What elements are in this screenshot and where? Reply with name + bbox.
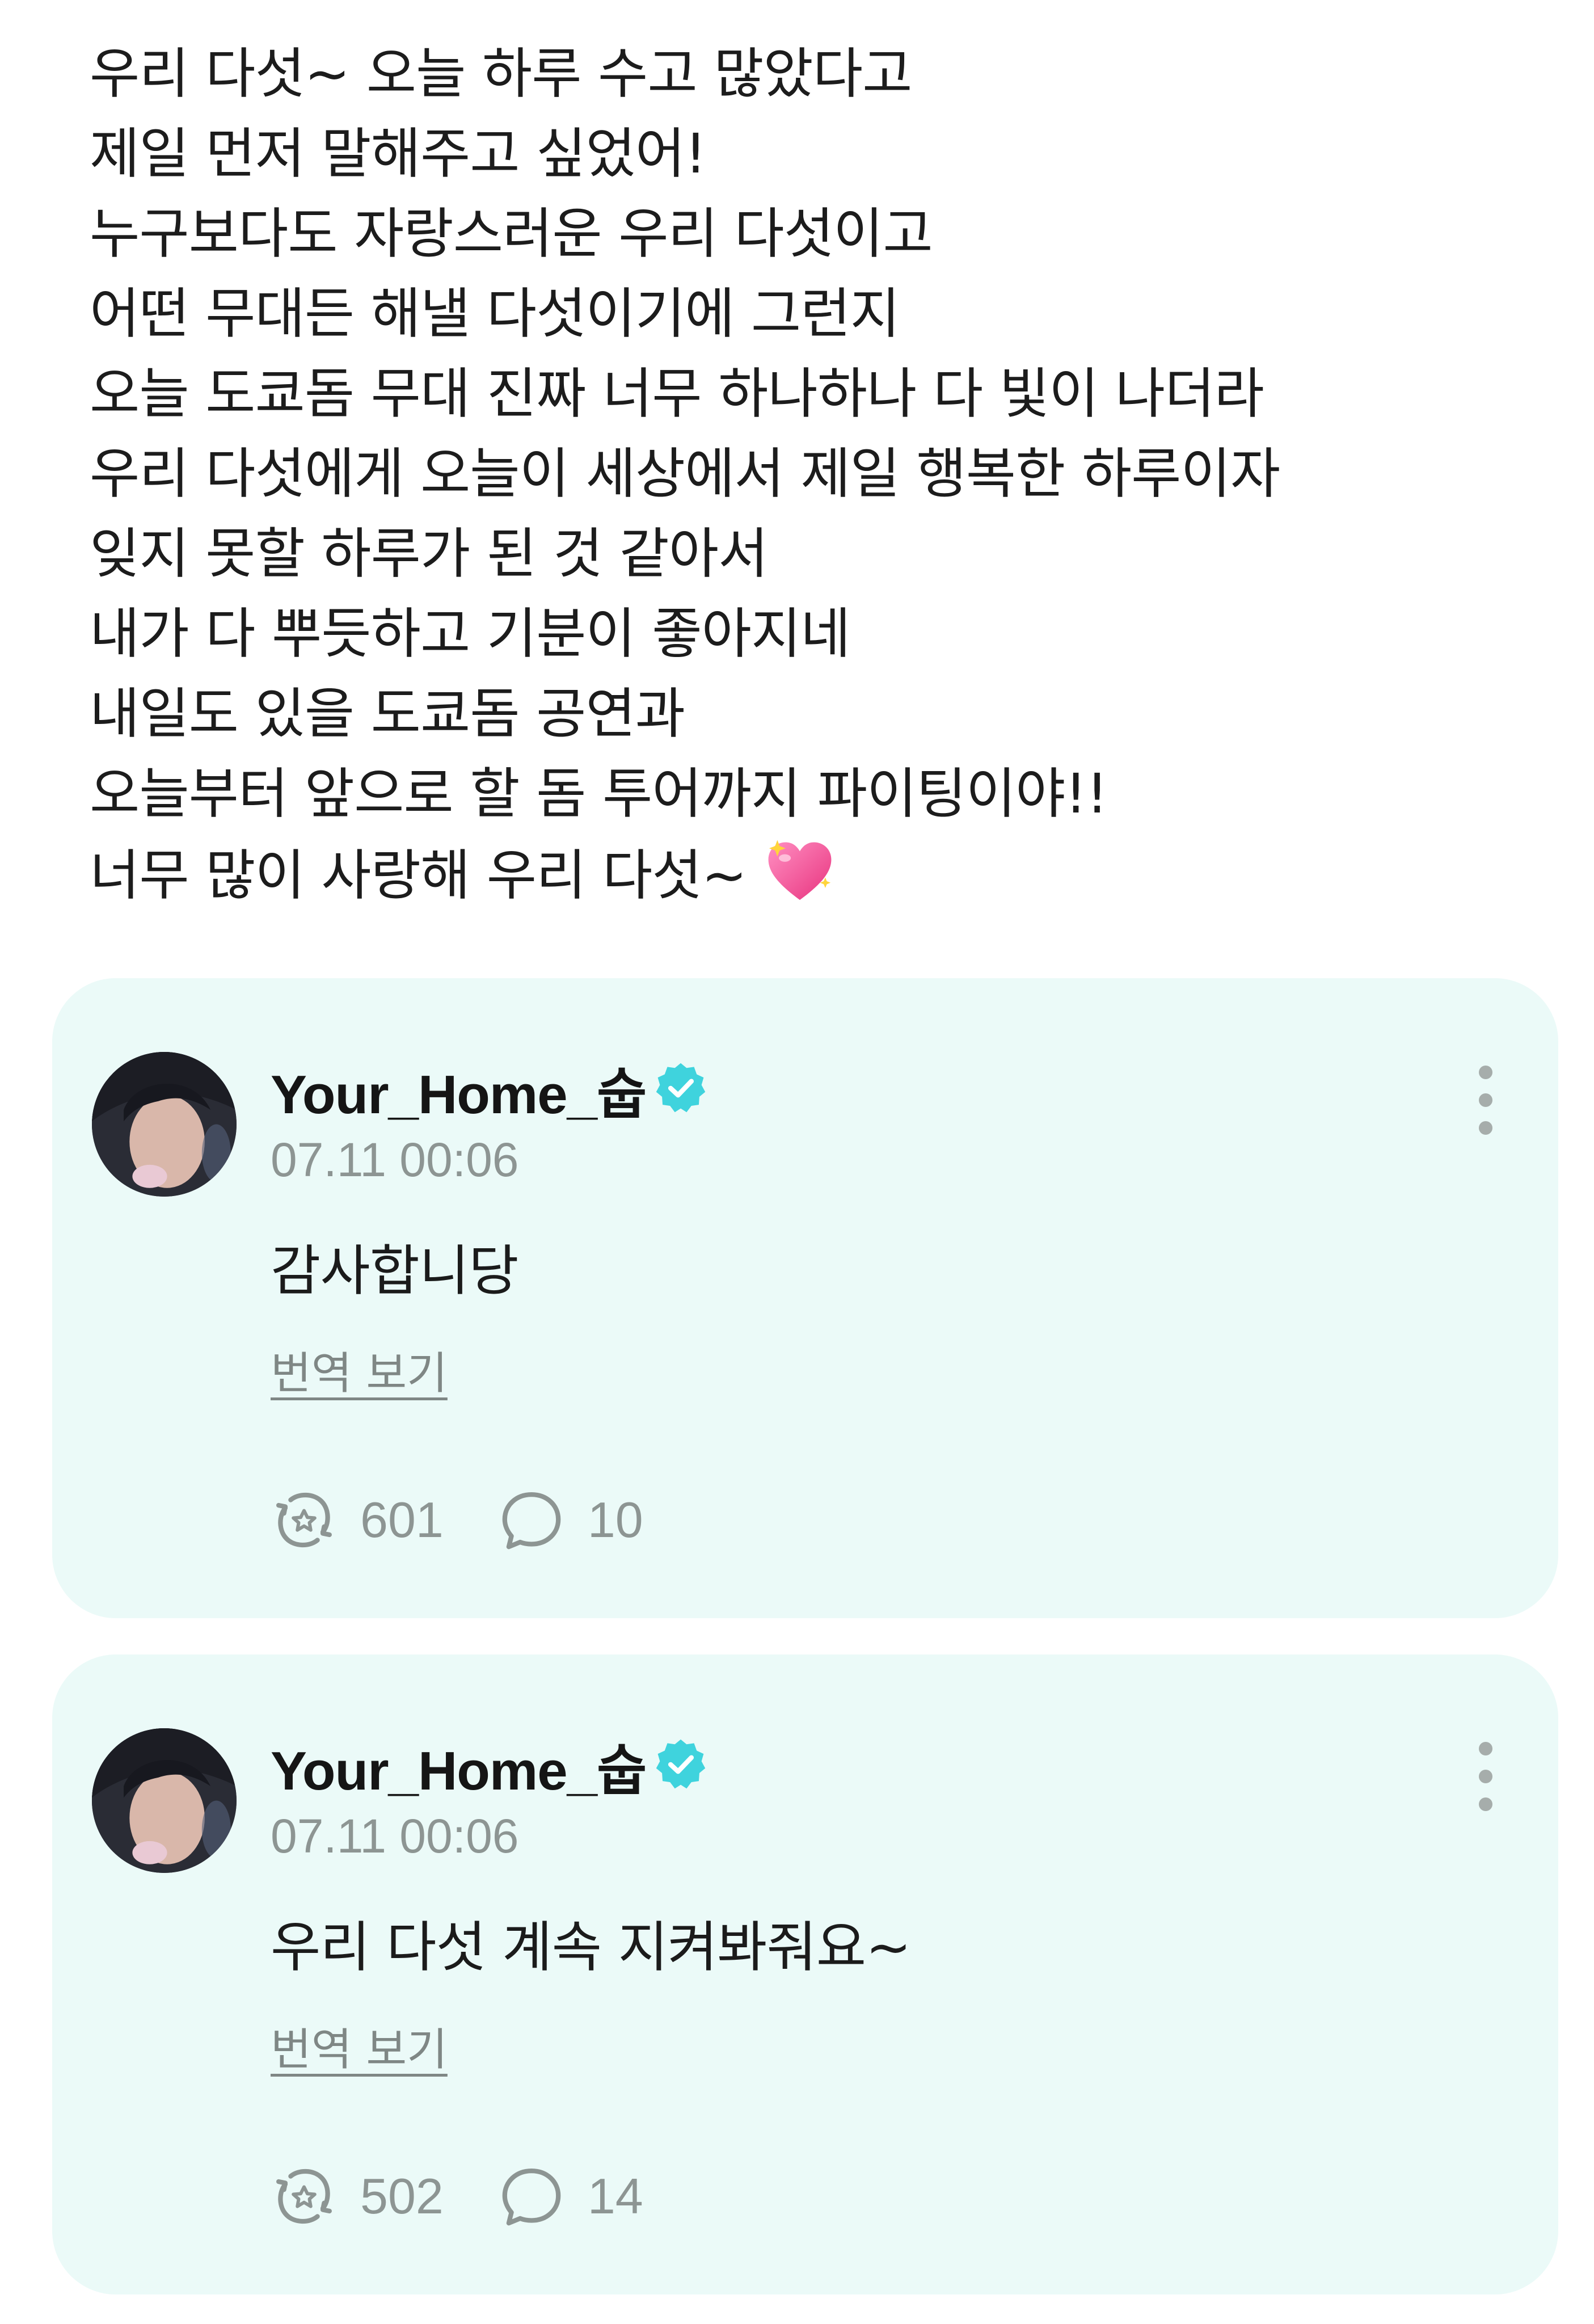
- post-line: 어떤 무대든 해낼 다섯이기에 그런지: [90, 282, 900, 346]
- post-line: 우리 다섯에게 오늘이 세상에서 제일 행복한 하루이자: [90, 442, 1280, 506]
- post-line-last: 너무 많이 사랑해 우리 다섯~: [90, 834, 1508, 914]
- post-line: 오늘부터 앞으로 할 돔 투어까지 파이팅이야!!: [90, 762, 1108, 826]
- verified-badge-icon: [656, 1739, 706, 1789]
- post-line: 제일 먼저 말해주고 싶었어!: [90, 122, 707, 186]
- reply-card[interactable]: Your_Home_숩 07.11 00:06 감사합니당 번역 보기 601 …: [52, 978, 1558, 1618]
- repost-count: 601: [360, 1492, 444, 1548]
- more-options-icon[interactable]: [1474, 1063, 1497, 1137]
- post-line-text: 너무 많이 사랑해 우리 다섯~: [90, 844, 747, 907]
- repost-icon: [276, 1492, 332, 1548]
- repost-count: 502: [360, 2168, 444, 2224]
- repost-icon: [276, 2169, 332, 2224]
- comment-bubble-icon: [502, 2169, 561, 2226]
- comment-count: 10: [587, 1492, 643, 1548]
- reply-actions: 601 10: [271, 1486, 643, 1554]
- sparkling-heart-icon: [768, 840, 832, 900]
- reply-text: 감사합니당: [271, 1239, 519, 1303]
- reply-text: 우리 다섯 계속 지켜봐줘요~: [271, 1915, 912, 1979]
- translate-link[interactable]: 번역 보기: [271, 2014, 448, 2078]
- post-line: 잊지 못할 하루가 된 것 같아서: [90, 522, 768, 586]
- username-row: Your_Home_숩: [271, 1732, 707, 1801]
- post-line: 내가 다 뿌듯하고 기분이 좋아지네: [90, 602, 851, 666]
- post-body: 우리 다섯~ 오늘 하루 수고 많았다고 제일 먼저 말해주고 싶었어! 누구보…: [90, 34, 1508, 914]
- more-options-icon[interactable]: [1474, 1740, 1497, 1813]
- timestamp: 07.11 00:06: [271, 1133, 519, 1186]
- comment-count: 14: [587, 2168, 643, 2224]
- post-line: 우리 다섯~ 오늘 하루 수고 많았다고: [90, 42, 913, 106]
- username[interactable]: Your_Home_숩: [271, 1727, 647, 1805]
- translate-link[interactable]: 번역 보기: [271, 1338, 448, 1401]
- timestamp: 07.11 00:06: [271, 1809, 519, 1863]
- comment-bubble-icon: [502, 1492, 561, 1550]
- username[interactable]: Your_Home_숩: [271, 1050, 647, 1129]
- username-row: Your_Home_숩: [271, 1055, 707, 1125]
- repost-button[interactable]: 601: [271, 1487, 444, 1553]
- comment-button[interactable]: 14: [498, 2163, 643, 2230]
- comment-button[interactable]: 10: [498, 1487, 643, 1553]
- post-line: 내일도 있을 도쿄돔 공연과: [90, 682, 685, 746]
- post-line: 오늘 도쿄돔 무대 진짜 너무 하나하나 다 빛이 나더라: [90, 362, 1264, 426]
- post-line: 누구보다도 자랑스러운 우리 다섯이고: [90, 202, 933, 266]
- repost-button[interactable]: 502: [271, 2163, 444, 2230]
- avatar[interactable]: [92, 1728, 237, 1873]
- verified-badge-icon: [656, 1063, 706, 1113]
- avatar[interactable]: [92, 1052, 237, 1197]
- reply-card[interactable]: Your_Home_숩 07.11 00:06 우리 다섯 계속 지켜봐줘요~ …: [52, 1654, 1558, 2294]
- reply-actions: 502 14: [271, 2162, 643, 2230]
